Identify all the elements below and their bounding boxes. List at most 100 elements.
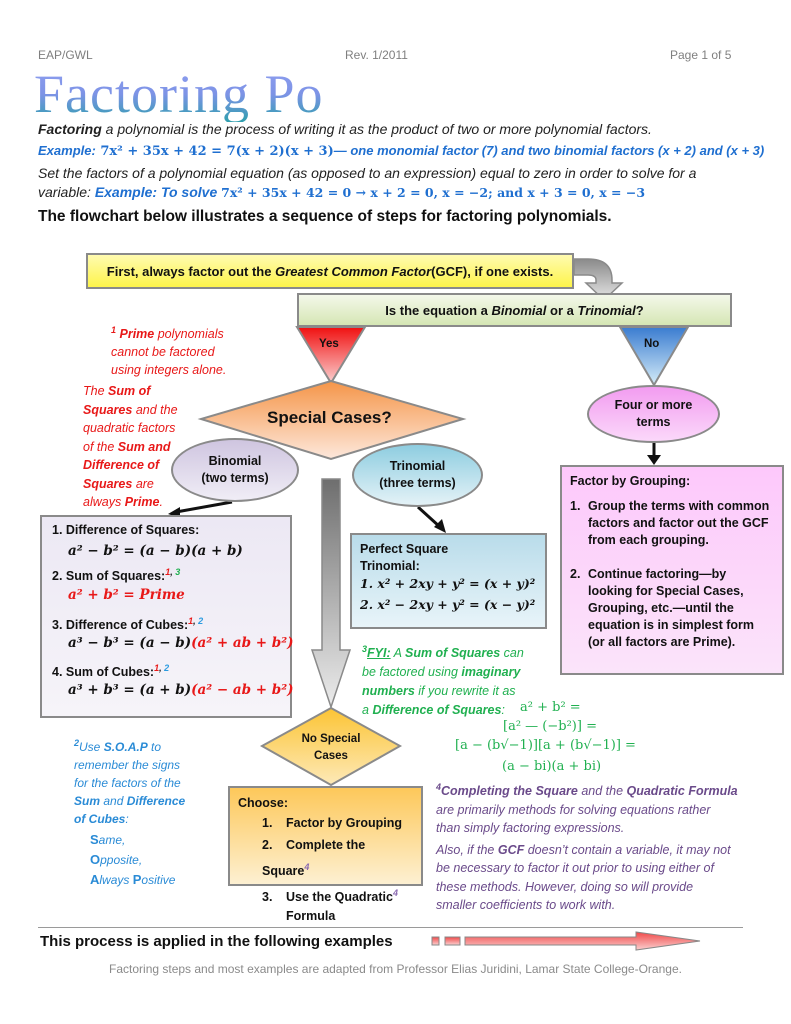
note1-line1-rest: polynomials [154,327,224,342]
trinomial-line-2: (three terms) [379,476,456,490]
soap-same-rest: ame, [98,833,126,847]
soap-o: O [90,852,101,867]
difference-of-cubes-eq-red: (a² + ab + b²) [191,635,294,651]
big-down-arrow [310,478,352,710]
four-or-more-terms-ellipse: Four or more terms [587,385,720,443]
choose-option-2-num: 2. [262,838,273,852]
choose-title: Choose: [238,796,288,810]
sum-of-squares-prime-note: The Sum of Squares and the quadratic fac… [83,382,178,512]
no-triangle [618,326,690,387]
gcf-text-post: (GCF), if one exists. [431,263,554,279]
soap-positive-rest: ositive [141,873,176,887]
choose-option-3-cont: Formula [286,909,336,924]
n3-l3b: if you rewrite it as [414,684,516,699]
n2-l1c: to [147,740,162,754]
n3-l4c: : [501,703,505,718]
n4-l4c: doesn’t contain a variable, it may not [524,842,731,857]
footnote-ref-2: 2 [164,663,170,673]
n2-l1a: Use [79,740,104,754]
perfect-square-trinomial-box: Perfect Square Trinomial: 1. x² + 2xy + … [350,533,547,629]
difference-of-cubes-eq-black: a³ − b³ = (a − b) [68,635,192,651]
grouping-title: Factor by Grouping: [570,474,691,488]
pst-formula-2: 2. x² − 2xy + y² = (x − y)² [360,597,536,612]
n2-l5a: of Cubes [74,812,126,826]
soap-a: A [90,872,100,887]
soap-s: S [90,832,99,847]
grouping-step-2-text: Continue factoring—by looking for Specia… [588,567,754,649]
n3-l2b: imaginary [461,665,521,680]
n4-l3: than simply factoring expressions. [436,821,625,836]
np-l6b: are [132,476,154,491]
arrow-trinomial-to-box [416,505,442,529]
no-special-line-1: No Special [301,733,361,745]
n3-l3a: numbers [362,684,415,699]
footnote-2-soap: 2Use S.O.A.P to remember the signs for t… [74,734,185,890]
n3-l1b: Sum of Squares [404,646,501,661]
four-terms-line-2: terms [636,415,671,429]
grouping-step-1-text: Group the terms with common factors and … [588,499,770,547]
factor-by-grouping-box: Factor by Grouping: 1. Group the terms wi… [560,465,784,675]
binomial-special-cases-box: 1. Difference of Squares: a² − b² = (a −… [40,515,294,718]
choose-option-1: 1. Factor by Grouping [238,812,413,834]
note1-line3: using integers alone. [111,363,227,378]
gcf-text-emphasis: Greatest Common Factor [275,263,432,279]
sum-of-cubes-text: 4. Sum of Cubes: [52,665,155,680]
n2-l4a: Sum [74,794,101,808]
no-label: No [644,338,660,350]
question-mid: or a [550,302,574,318]
note1-line2: cannot be factored [111,345,215,360]
binomial-ellipse: Binomial (two terms) [171,438,299,502]
n2-l5b: : [125,812,129,826]
sum-of-squares-label: 2. Sum of Squares:1, 3 [52,567,181,584]
footer-arrow [464,931,701,951]
choose-option-2: 2. Complete the Square4 [238,834,413,882]
pst-title-1: Perfect Square [360,542,449,556]
np-l4b: Sum and [117,439,171,454]
soap-acronym: S.O.A.P [103,740,148,754]
np-l2a: Squares [83,402,133,417]
footer-arrow-dash-1 [431,936,440,946]
footnote-1-prime: 1 Prime polynomials cannot be factored u… [111,321,226,379]
sum-of-squares-formula: a² + b² = Prime [68,587,185,603]
n4-l4a: Also, if the [436,842,498,857]
np-l2b: and the [132,402,178,417]
footnote-ref-2: 2 [198,616,204,626]
yes-triangle [295,326,367,385]
n4-l7: smaller coefficients to work with. [436,898,616,913]
footnote-1-marker: 1 [111,325,117,335]
np-l7c: . [159,495,163,509]
trinomial-line-1: Trinomial [389,459,446,473]
fyi-equation-2: [a² — (−b²)] = [503,719,597,734]
gcf-step-box: First, always factor out the Greatest Co… [86,253,574,289]
choose-option-3-num: 3. [262,890,273,905]
question-pre: Is the equation a [385,302,488,318]
np-l7a: always [83,495,125,509]
n4-completing-square: Completing the Square [441,784,578,799]
n3-l2a: be factored using [362,665,462,680]
choose-option-3-text: Use the Quadratic [286,890,393,905]
soap-same: Same, [74,830,185,850]
n4-t1: and the [577,784,627,799]
n2-l2: remember the signs [74,758,181,772]
prime-term: Prime [119,327,155,342]
n4-quadratic-formula: Quadratic Formula [626,784,738,799]
np-l5: Difference of [83,458,160,472]
n4-l6: these methods. However, doing so will pr… [436,879,694,894]
soap-always-positive: Always Positive [74,870,185,890]
pst-formula-1: 1. x² + 2xy + y² = (x + y)² [360,576,536,591]
yes-label: Yes [319,338,339,350]
sum-of-cubes-eq-red: (a² − ab + b²) [191,682,294,698]
footer-heading: This process is applied in the following… [40,933,393,950]
trinomial-ellipse: Trinomial (three terms) [352,443,483,507]
arrow-four-terms-head [647,455,661,465]
fyi-equation-3: [a − (b√−1)][a + (b√−1)] = [455,738,636,753]
no-special-cases-label: No Special Cases [290,731,372,765]
difference-of-cubes-label: 3. Difference of Cubes:1, 2 [52,616,204,633]
np-l4a: of the [83,439,118,454]
grouping-step-2: 2. Continue factoring—by looking for Spec… [570,566,774,651]
soap-opposite: Opposite, [74,850,185,870]
np-l7b: Prime [124,495,160,509]
footnote-ref-4: 4 [304,862,310,872]
n2-l4c: Difference [126,794,186,808]
footnote-3-fyi: 3FYI: A Sum of Squares can be factored u… [362,640,524,720]
